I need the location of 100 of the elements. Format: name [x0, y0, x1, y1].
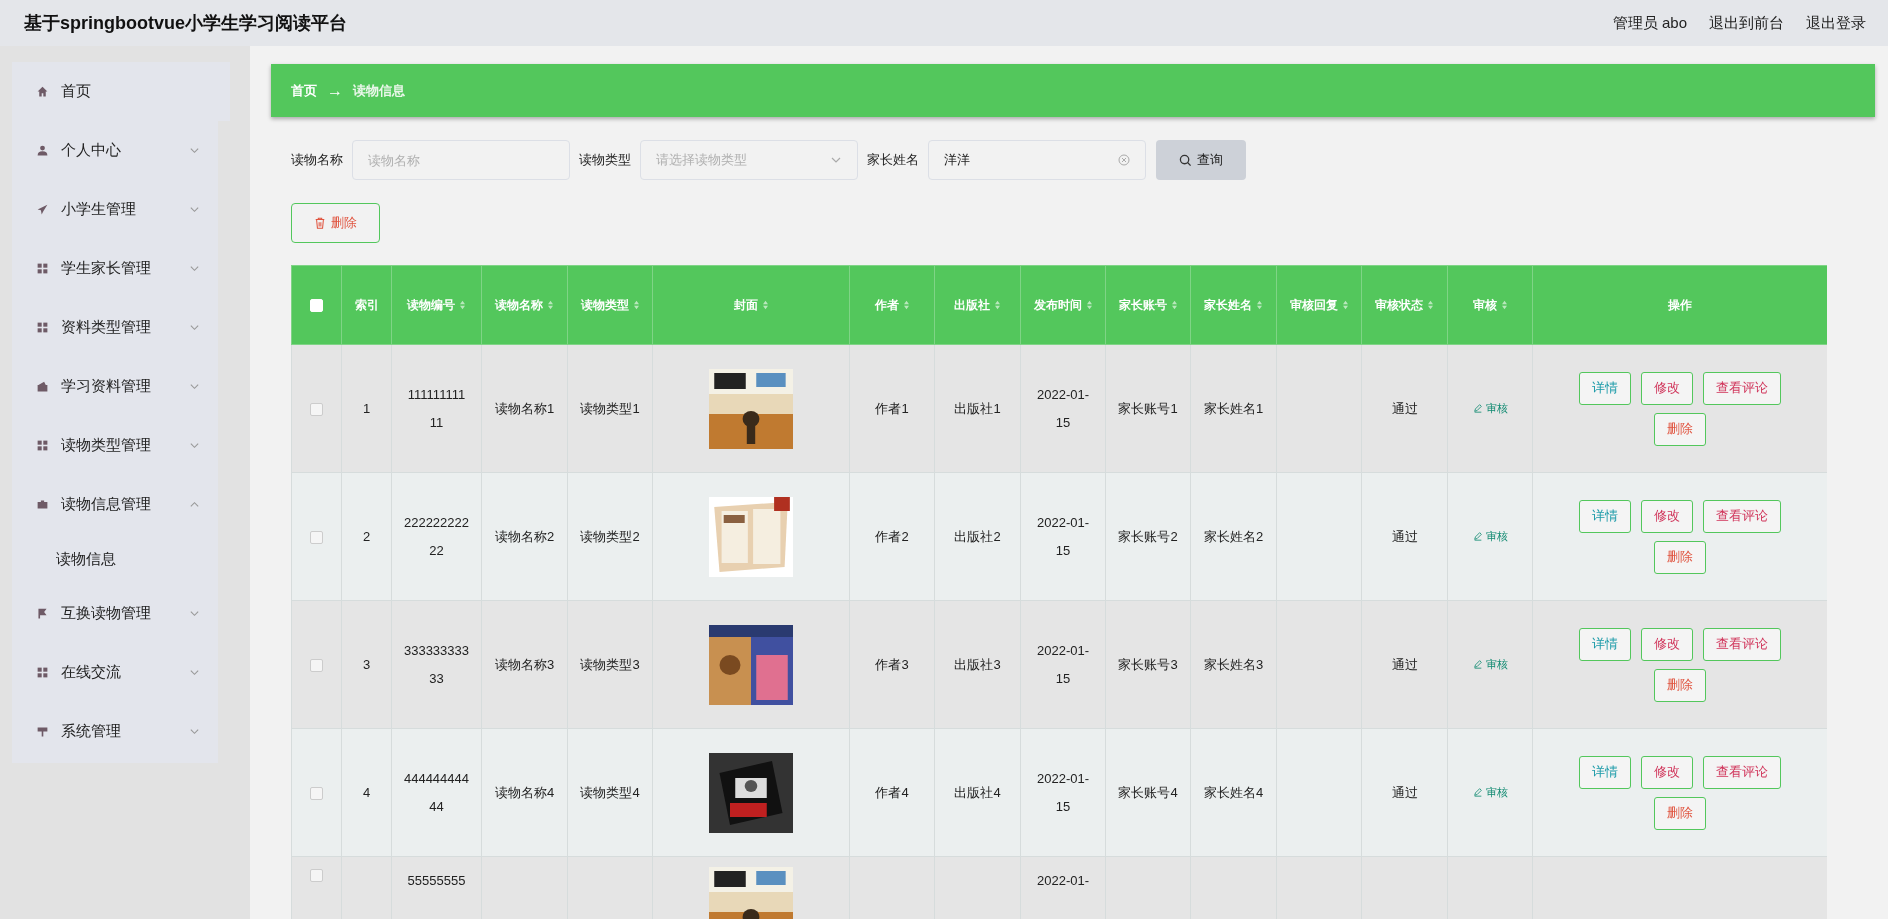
type-select[interactable]: 请选择读物类型: [640, 140, 858, 180]
clear-icon[interactable]: [1118, 154, 1130, 166]
table-cell-text: 读物名称3: [494, 655, 555, 674]
sidebar-item[interactable]: 学生家长管理: [12, 239, 218, 298]
table-cell-text: 2022-01- 15: [1035, 385, 1090, 432]
column-header[interactable]: 家长账号: [1105, 265, 1191, 345]
column-header[interactable]: 审核状态: [1361, 265, 1448, 345]
action-button[interactable]: 删除: [1654, 796, 1706, 830]
audit-link[interactable]: 审核: [1472, 528, 1508, 544]
chevron-icon: [189, 381, 200, 392]
app-title: 基于springbootvue小学生学习阅读平台: [24, 12, 347, 35]
sort-icon[interactable]: [1256, 300, 1263, 311]
briefcase-icon: [36, 498, 49, 511]
table-cell-text: 333333333 33: [403, 641, 470, 688]
row-checkbox[interactable]: [310, 787, 323, 801]
header-link[interactable]: 退出到前台: [1709, 13, 1784, 33]
sort-icon[interactable]: [547, 300, 554, 311]
table-cell-text: 读物名称2: [494, 527, 555, 546]
delete-button[interactable]: 删除: [291, 203, 380, 243]
column-header[interactable]: 家长姓名: [1190, 265, 1277, 345]
action-button[interactable]: 修改: [1641, 627, 1693, 661]
row-checkbox[interactable]: [310, 659, 323, 673]
sort-icon[interactable]: [632, 300, 640, 311]
column-header[interactable]: 审核回复: [1276, 265, 1362, 345]
search-button[interactable]: 查询: [1156, 140, 1246, 180]
table-cell-text: 家长姓名3: [1203, 655, 1264, 674]
table-cell-text: 作者3: [875, 655, 909, 674]
row-checkbox[interactable]: [310, 531, 323, 545]
column-header[interactable]: 索引: [341, 265, 392, 345]
paper-plane-icon: [36, 203, 49, 216]
search-icon: [1179, 153, 1192, 167]
row-checkbox[interactable]: [310, 403, 323, 417]
column-header[interactable]: 审核: [1447, 265, 1533, 345]
sidebar-item[interactable]: 在线交流: [12, 643, 218, 702]
table-cell-text: 出版社3: [954, 655, 1001, 674]
column-header[interactable]: 读物名称: [481, 265, 568, 345]
sort-icon[interactable]: [1341, 300, 1349, 311]
action-button[interactable]: 删除: [1654, 668, 1706, 702]
breadcrumb-link[interactable]: 读物信息: [353, 81, 405, 100]
table-cell-text: 2022-01-: [1036, 872, 1089, 890]
audit-link[interactable]: 审核: [1472, 400, 1508, 416]
trash-icon: [314, 217, 326, 229]
action-button[interactable]: 详情: [1579, 499, 1631, 533]
sort-icon[interactable]: [1500, 300, 1508, 311]
sidebar-item[interactable]: 互换读物管理: [12, 584, 218, 643]
column-header[interactable]: 封面: [652, 265, 850, 345]
sidebar-item[interactable]: 系统管理: [12, 702, 218, 761]
column-header[interactable]: 出版社: [934, 265, 1021, 345]
action-button[interactable]: 查看评论: [1703, 371, 1781, 405]
audit-link[interactable]: 审核: [1472, 784, 1508, 800]
breadcrumb-link[interactable]: 首页: [291, 81, 317, 100]
sidebar-item[interactable]: 读物信息管理: [12, 475, 218, 534]
action-button[interactable]: 查看评论: [1703, 499, 1781, 533]
chevron-icon: [189, 263, 200, 274]
action-button[interactable]: 详情: [1579, 755, 1631, 789]
sort-icon[interactable]: [459, 300, 466, 311]
action-button[interactable]: 详情: [1579, 627, 1631, 661]
search-field[interactable]: 洋洋: [928, 140, 1146, 180]
column-header[interactable]: 发布时间: [1020, 265, 1106, 345]
action-button[interactable]: 查看评论: [1703, 627, 1781, 661]
sidebar-item[interactable]: 小学生管理: [12, 180, 218, 239]
grid-icon: [36, 439, 49, 452]
sort-icon[interactable]: [761, 300, 769, 311]
sidebar-item[interactable]: 学习资料管理: [12, 357, 218, 416]
action-button[interactable]: 删除: [1654, 540, 1706, 574]
sort-icon[interactable]: [902, 300, 910, 311]
pencil-icon: [1472, 659, 1483, 670]
action-button[interactable]: 详情: [1579, 371, 1631, 405]
column-header[interactable]: 读物类型: [567, 265, 653, 345]
table-cell-text: 222222222 22: [403, 513, 470, 560]
table-cell-text: 家长账号4: [1118, 783, 1178, 802]
action-button[interactable]: 查看评论: [1703, 755, 1781, 789]
column-header[interactable]: 读物编号: [391, 265, 482, 345]
sidebar-item[interactable]: 读物类型管理: [12, 416, 218, 475]
row-checkbox[interactable]: [310, 869, 323, 883]
table-cell-text: 4: [362, 783, 371, 802]
chevron-icon: [189, 608, 200, 619]
search-field[interactable]: 读物名称: [352, 140, 570, 180]
select-all-checkbox[interactable]: [310, 299, 323, 313]
action-button[interactable]: 删除: [1654, 412, 1706, 446]
sidebar-item[interactable]: 个人中心: [12, 121, 218, 180]
table-cell-text: 出版社4: [954, 783, 1001, 802]
action-button[interactable]: 修改: [1641, 371, 1693, 405]
header-link[interactable]: 退出登录: [1806, 13, 1866, 33]
table-cell-text: 家长姓名1: [1203, 399, 1264, 418]
column-header[interactable]: 操作: [1532, 265, 1827, 345]
column-header[interactable]: 作者: [849, 265, 935, 345]
sort-icon[interactable]: [1085, 300, 1093, 311]
sidebar-item[interactable]: 资料类型管理: [12, 298, 218, 357]
submenu-item[interactable]: 读物信息: [12, 534, 218, 584]
field-label: 读物名称: [291, 151, 343, 169]
sort-icon[interactable]: [1427, 300, 1434, 311]
audit-link[interactable]: 审核: [1472, 656, 1508, 672]
action-button[interactable]: 修改: [1641, 499, 1693, 533]
table-cell-text: 2022-01- 15: [1035, 769, 1090, 816]
sort-icon[interactable]: [1170, 300, 1178, 311]
sort-icon[interactable]: [994, 300, 1001, 311]
grid-icon: [36, 321, 49, 334]
action-button[interactable]: 修改: [1641, 755, 1693, 789]
user-icon: [36, 144, 49, 157]
